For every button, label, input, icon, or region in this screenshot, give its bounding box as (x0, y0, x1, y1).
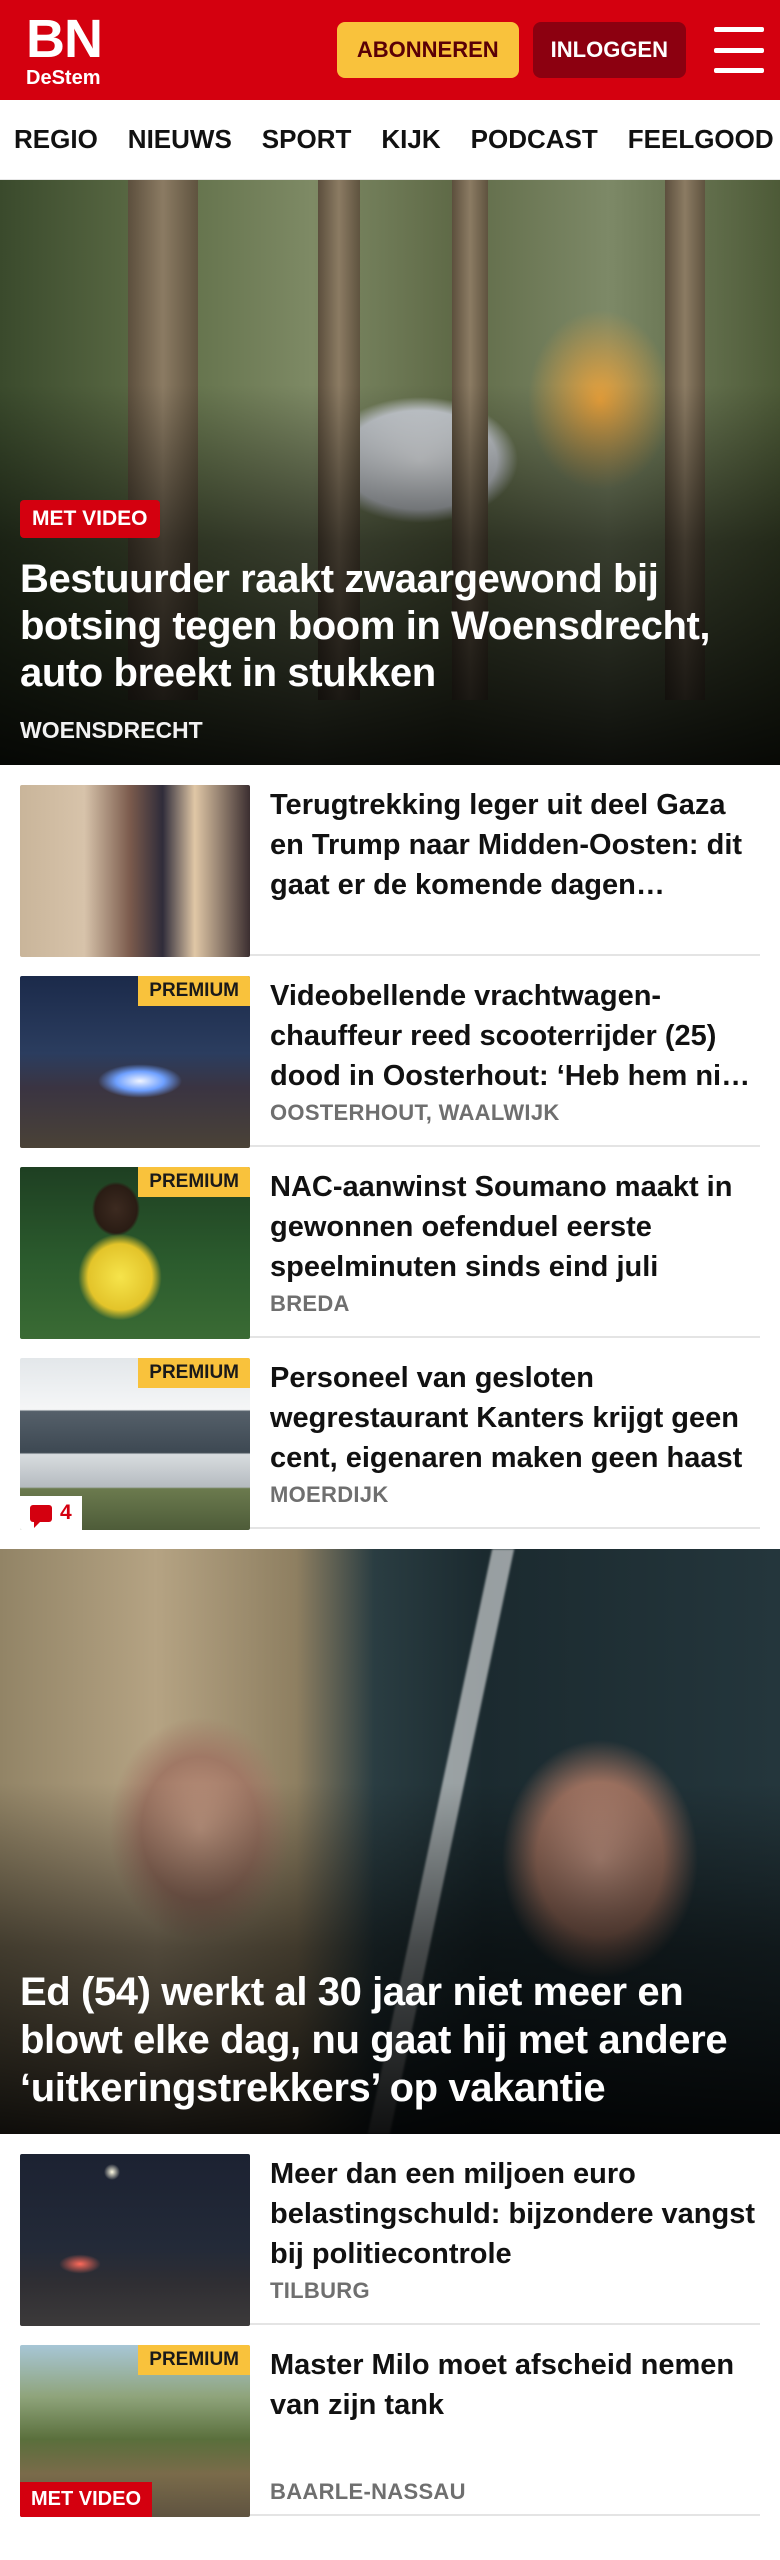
article-text: NAC-aanwinst Soumano maakt in gewonnen o… (270, 1167, 760, 1339)
article-list: Terugtrekking leger uit deel Gaza en Tru… (0, 765, 780, 1530)
article-location: BREDA (270, 1291, 350, 1316)
nav-item-sport[interactable]: SPORT (262, 124, 352, 155)
top-header: BN DeStem ABONNEREN INLOGGEN (0, 0, 780, 100)
article-text: Terugtrekking leger uit deel Gaza en Tru… (270, 785, 760, 957)
section-nav: REGIO NIEUWS SPORT KIJK PODCAST FEELGOOD… (0, 100, 780, 180)
article-text: Personeel van gesloten wegrestaurant Kan… (270, 1358, 760, 1530)
list-item[interactable]: PREMIUM Videobellende vrachtwagen-chauff… (20, 956, 760, 1148)
list-item[interactable]: Meer dan een miljoen euro belastingschul… (20, 2134, 760, 2326)
article-thumbnail (20, 2154, 250, 2326)
article-thumbnail: PREMIUM (20, 976, 250, 1148)
premium-badge: PREMIUM (138, 1358, 250, 1388)
comment-count-value: 4 (60, 1501, 72, 1524)
article-location: TILBURG (270, 2278, 370, 2303)
article-title[interactable]: Videobellende vrachtwagen-chauffeur reed… (270, 976, 760, 1096)
video-badge: MET VIDEO (20, 500, 160, 538)
article-title[interactable]: Terugtrekking leger uit deel Gaza en Tru… (270, 785, 760, 905)
premium-badge: PREMIUM (138, 976, 250, 1006)
article-thumbnail: PREMIUM (20, 1167, 250, 1339)
menu-icon-bar (714, 27, 764, 32)
nav-item-regio[interactable]: REGIO (14, 124, 98, 155)
nav-item-feelgood[interactable]: FEELGOOD (628, 124, 774, 155)
article-location: BAARLE-NASSAU (270, 2479, 466, 2504)
article-title[interactable]: Master Milo moet afscheid nemen van zijn… (270, 2345, 760, 2425)
comment-count[interactable]: 4 (20, 1496, 82, 1530)
article-text: Master Milo moet afscheid nemen van zijn… (270, 2345, 760, 2517)
nav-item-nieuws[interactable]: NIEUWS (128, 124, 232, 155)
list-item[interactable]: PREMIUM MET VIDEO Master Milo moet afsch… (20, 2325, 760, 2517)
hero-content: MET VIDEO Bestuurder raakt zwaargewond b… (20, 500, 760, 744)
menu-icon-bar (714, 47, 764, 53)
list-item[interactable]: PREMIUM NAC-aanwinst Soumano maakt in ge… (20, 1147, 760, 1339)
nav-item-podcast[interactable]: PODCAST (471, 124, 598, 155)
featured-title[interactable]: Ed (54) werkt al 30 jaar niet meer en bl… (20, 1968, 760, 2112)
article-thumbnail: PREMIUM MET VIDEO (20, 2345, 250, 2517)
premium-badge: PREMIUM (138, 1167, 250, 1197)
article-list-2: Meer dan een miljoen euro belastingschul… (0, 2134, 780, 2517)
video-badge: MET VIDEO (20, 2482, 153, 2517)
hero-article[interactable]: MET VIDEO Bestuurder raakt zwaargewond b… (0, 180, 780, 765)
article-title[interactable]: NAC-aanwinst Soumano maakt in gewonnen o… (270, 1167, 760, 1287)
comment-icon (30, 1504, 52, 1528)
logo-bn: BN (26, 9, 103, 69)
login-button[interactable]: INLOGGEN (532, 22, 686, 78)
article-thumbnail (20, 785, 250, 957)
list-item[interactable]: PREMIUM 4 Personeel van gesloten wegrest… (20, 1338, 760, 1530)
menu-icon[interactable] (714, 27, 764, 73)
article-text: Meer dan een miljoen euro belastingschul… (270, 2154, 760, 2326)
menu-icon-bar (714, 68, 764, 73)
site-logo[interactable]: BN DeStem (26, 9, 103, 89)
featured-article[interactable]: Ed (54) werkt al 30 jaar niet meer en bl… (0, 1549, 780, 2134)
article-title[interactable]: Personeel van gesloten wegrestaurant Kan… (270, 1358, 760, 1478)
logo-destem: DeStem (26, 67, 101, 89)
premium-badge: PREMIUM (138, 2345, 250, 2375)
article-location: OOSTERHOUT, WAALWIJK (270, 1100, 560, 1125)
article-thumbnail: PREMIUM 4 (20, 1358, 250, 1530)
subscribe-button[interactable]: ABONNEREN (336, 22, 519, 78)
article-location: MOERDIJK (270, 1482, 389, 1507)
article-title[interactable]: Meer dan een miljoen euro belastingschul… (270, 2154, 760, 2274)
article-text: Videobellende vrachtwagen-chauffeur reed… (270, 976, 760, 1148)
nav-item-kijk[interactable]: KIJK (381, 124, 440, 155)
hero-title[interactable]: Bestuurder raakt zwaargewond bij botsing… (20, 556, 760, 697)
list-item[interactable]: Terugtrekking leger uit deel Gaza en Tru… (20, 765, 760, 957)
hero-location: WOENSDRECHT (20, 717, 203, 743)
